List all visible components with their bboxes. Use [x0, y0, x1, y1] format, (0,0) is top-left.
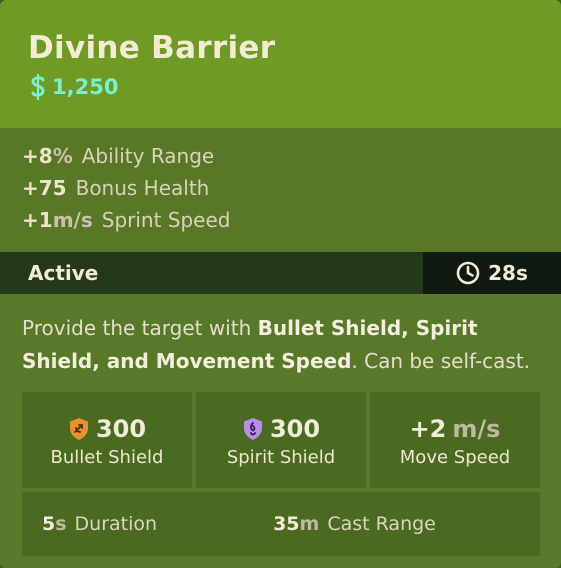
effect-grid: 300 Bullet Shield 300 Spirit Shield +2 m… — [22, 392, 540, 556]
description-area: Provide the target with Bullet Shield, S… — [0, 294, 561, 393]
active-bar: Active 28s — [0, 252, 561, 294]
stat-unit: % — [52, 144, 73, 168]
duration-stat: 5s Duration — [42, 513, 157, 535]
effect-label: Spirit Shield — [226, 446, 336, 468]
footer-unit: s — [55, 513, 67, 535]
effect-value: 300 — [269, 414, 321, 443]
effect-label: Move Speed — [399, 446, 511, 468]
stat-line: +1m/s Sprint Speed — [22, 208, 539, 240]
spirit-shield-icon — [243, 417, 262, 440]
footer-value: 35 — [273, 513, 300, 535]
stat-unit: m/s — [52, 208, 93, 232]
souls-currency-icon — [31, 74, 45, 100]
effect-footer: 5s Duration 35 m Cast Range — [22, 492, 540, 556]
effect-cell-spirit-shield: 300 Spirit Shield — [196, 392, 366, 488]
effect-cell-bullet-shield: 300 Bullet Shield — [22, 392, 192, 488]
item-title: Divine Barrier — [28, 30, 276, 66]
effect-value: 300 — [95, 414, 147, 443]
footer-label: Duration — [74, 513, 158, 535]
footer-unit: m — [299, 513, 320, 535]
stat-line: +8% Ability Range — [22, 144, 539, 176]
footer-label: Cast Range — [327, 513, 436, 535]
cooldown-badge: 28s — [423, 252, 561, 294]
tooltip-header: Divine Barrier 1,250 — [0, 0, 561, 128]
effect-unit: m/s — [452, 414, 501, 443]
stat-value: +8 — [22, 144, 53, 168]
cooldown-value: 28s — [488, 261, 528, 285]
clock-icon — [456, 261, 480, 285]
stat-label: Sprint Speed — [101, 208, 231, 232]
stat-value: +75 — [22, 176, 67, 200]
effect-value: +2 — [409, 414, 447, 443]
item-cost: 1,250 — [52, 75, 119, 99]
effect-cell-move-speed: +2 m/s Move Speed — [370, 392, 540, 488]
active-label: Active — [28, 261, 99, 285]
stat-list: +8% Ability Range +75 Bonus Health +1m/s… — [0, 128, 561, 252]
stat-value: +1 — [22, 208, 53, 232]
cast-range-stat: 35 m Cast Range — [273, 513, 436, 535]
stat-label: Bonus Health — [75, 176, 210, 200]
cost-row: 1,250 — [28, 72, 533, 102]
stat-label: Ability Range — [81, 144, 215, 168]
item-tooltip: Divine Barrier 1,250 +8% Ability Range +… — [0, 0, 561, 568]
footer-value: 5 — [42, 513, 56, 535]
ability-description: Provide the target with Bullet Shield, S… — [22, 316, 531, 373]
stat-line: +75 Bonus Health — [22, 176, 539, 208]
bullet-shield-icon — [69, 417, 88, 440]
effect-label: Bullet Shield — [50, 446, 164, 468]
